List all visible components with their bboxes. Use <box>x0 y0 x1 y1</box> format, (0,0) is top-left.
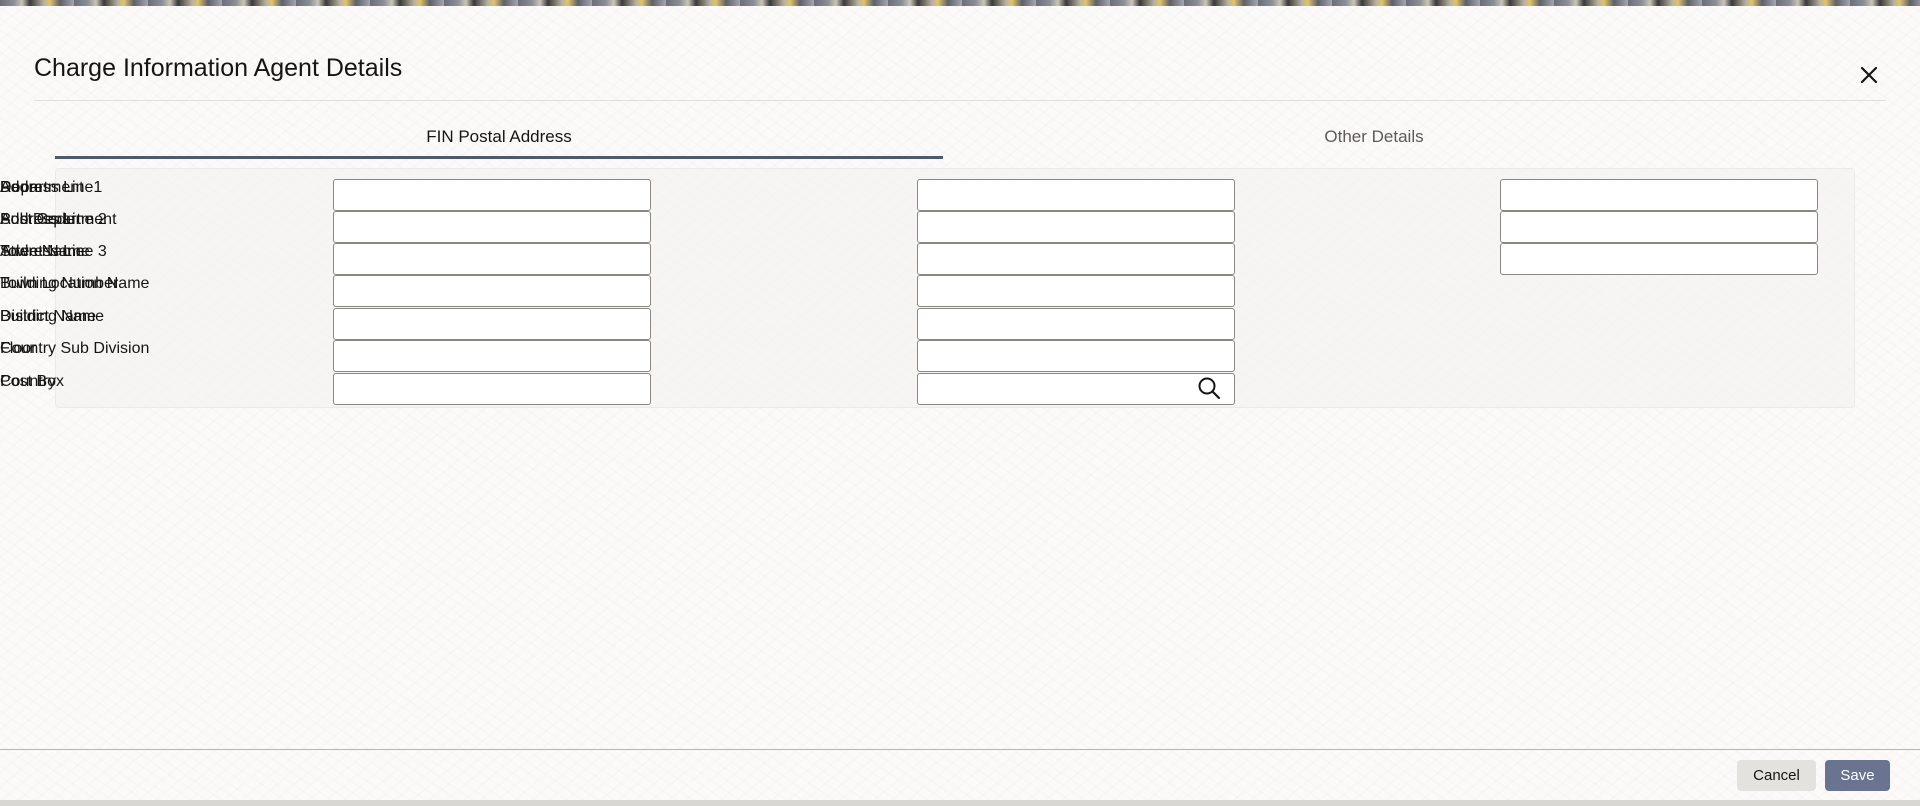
address-line-1-label: Address Line1 <box>0 179 103 196</box>
bottom-strip <box>0 800 1920 806</box>
save-button[interactable]: Save <box>1825 760 1890 791</box>
address-line-3-field[interactable] <box>1500 243 1818 275</box>
country-sub-division-label: Country Sub Division <box>0 340 150 357</box>
search-icon <box>1198 377 1221 400</box>
close-icon <box>1860 66 1878 84</box>
district-name-label: District Name <box>0 308 97 325</box>
cancel-button[interactable]: Cancel <box>1737 760 1816 791</box>
address-line-3-label: Address Line 3 <box>0 243 107 260</box>
country-lookup-button[interactable] <box>1196 375 1222 401</box>
town-location-name-field[interactable] <box>917 275 1235 307</box>
address-line-2-field[interactable] <box>1500 211 1818 243</box>
country-sub-division-field[interactable] <box>917 340 1235 372</box>
footer-divider <box>0 749 1920 750</box>
town-location-name-label: Town Location Name <box>0 275 150 292</box>
tab-fin-postal-address[interactable]: FIN Postal Address <box>55 122 943 159</box>
tab-other-details[interactable]: Other Details <box>943 122 1805 156</box>
address-line-2-label: Address Line 2 <box>0 211 107 228</box>
close-button[interactable] <box>1856 62 1882 88</box>
dialog-title: Charge Information Agent Details <box>34 54 403 82</box>
header-divider <box>34 100 1886 101</box>
district-name-field[interactable] <box>917 308 1235 340</box>
country-field[interactable] <box>917 373 1235 405</box>
address-line-1-field[interactable] <box>1500 179 1818 211</box>
country-label: Country <box>0 373 57 390</box>
